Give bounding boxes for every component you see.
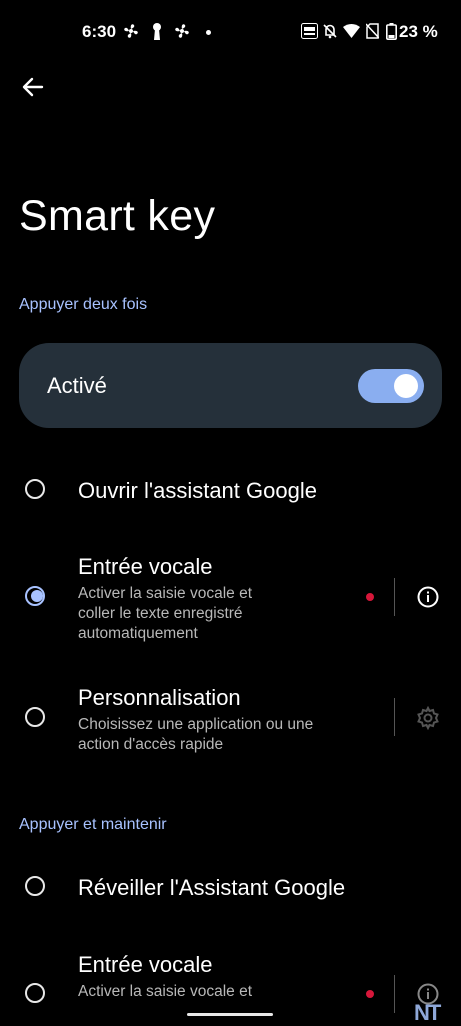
option-customization-subtitle-1: Choisissez une application ou une bbox=[78, 716, 314, 733]
section-hold: Appuyer et maintenir bbox=[19, 816, 167, 833]
mute-icon bbox=[321, 22, 339, 40]
radio-open-assistant[interactable] bbox=[25, 479, 45, 499]
option-customization-subtitle-2: action d'accès rapide bbox=[78, 736, 224, 753]
back-arrow-icon[interactable] bbox=[18, 72, 48, 102]
option-voice-input-hold-title[interactable]: Entrée vocale bbox=[78, 952, 213, 978]
keyhole-icon bbox=[150, 22, 164, 40]
option-voice-input-subtitle-2: coller le texte enregistré bbox=[78, 605, 243, 622]
option-voice-input-title[interactable]: Entrée vocale bbox=[78, 554, 213, 580]
divider-2 bbox=[394, 698, 395, 736]
notification-dot-icon bbox=[206, 30, 211, 35]
fan-icon bbox=[122, 22, 140, 40]
radio-voice-input-hold[interactable] bbox=[25, 983, 45, 1003]
enable-toggle-label: Activé bbox=[47, 373, 107, 398]
divider-3 bbox=[394, 975, 395, 1013]
home-indicator[interactable] bbox=[187, 1013, 273, 1016]
auto-icon bbox=[300, 22, 318, 40]
record-dot-icon-2 bbox=[366, 990, 374, 998]
battery-icon bbox=[384, 22, 398, 40]
option-voice-input-subtitle-1: Activer la saisie vocale et bbox=[78, 585, 253, 602]
section-double-tap: Appuyer deux fois bbox=[19, 296, 148, 313]
switch-knob bbox=[394, 374, 418, 398]
option-voice-input-subtitle-3: automatiquement bbox=[78, 625, 198, 642]
record-dot-icon bbox=[366, 593, 374, 601]
option-open-assistant-title[interactable]: Ouvrir l'assistant Google bbox=[78, 478, 317, 504]
option-voice-input-hold-subtitle-1: Activer la saisie vocale et bbox=[78, 983, 253, 1000]
wifi-icon bbox=[342, 22, 360, 40]
no-sim-icon bbox=[364, 22, 380, 40]
status-time: 6:30 bbox=[82, 22, 117, 41]
option-customization-title[interactable]: Personnalisation bbox=[78, 685, 241, 711]
radio-wake-assistant[interactable] bbox=[25, 876, 45, 896]
watermark-logo: NT bbox=[414, 1000, 441, 1025]
radio-selected-dot bbox=[31, 590, 43, 602]
radio-customization[interactable] bbox=[25, 707, 45, 727]
option-wake-assistant-title[interactable]: Réveiller l'Assistant Google bbox=[78, 875, 345, 901]
gear-icon[interactable] bbox=[416, 705, 439, 731]
info-icon[interactable] bbox=[417, 586, 439, 608]
battery-percentage: 23 % bbox=[399, 22, 438, 41]
page-title: Smart key bbox=[19, 192, 216, 240]
fan-icon-2 bbox=[173, 22, 191, 40]
divider bbox=[394, 578, 395, 616]
